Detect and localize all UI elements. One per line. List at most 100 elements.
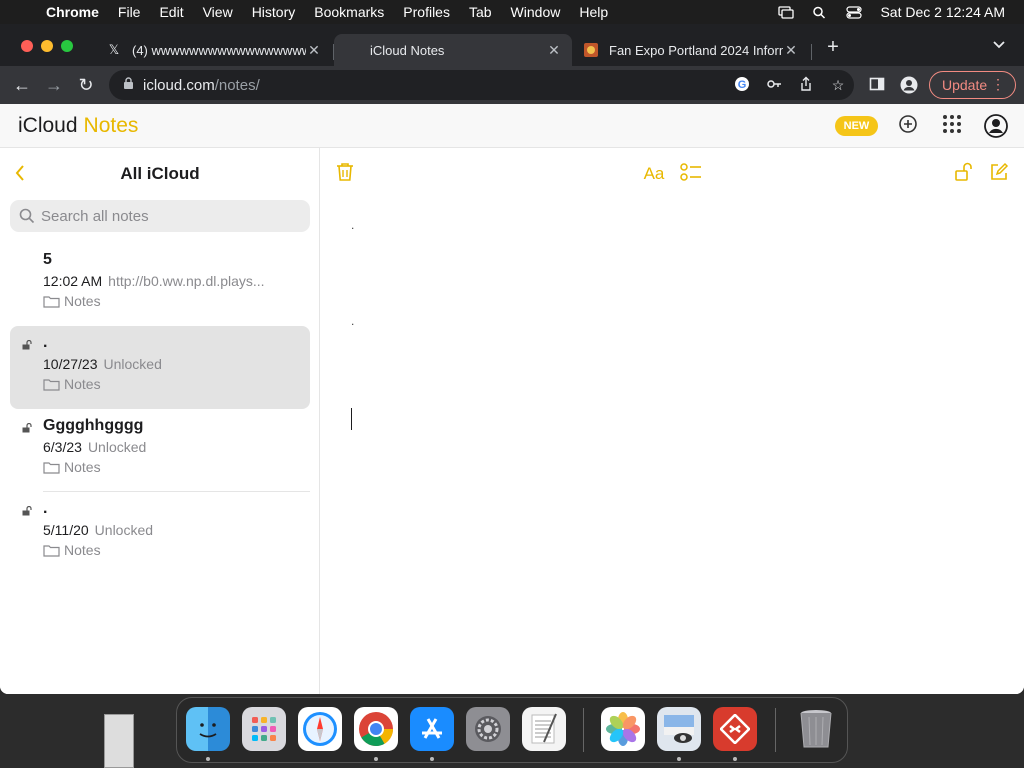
reload-button[interactable]: ↻ [73, 72, 99, 98]
note-title: . [43, 334, 48, 351]
menubar-clock[interactable]: Sat Dec 2 12:24 AM [880, 4, 1005, 20]
note-list-item[interactable]: . 5/11/20 Unlocked Notes [10, 492, 310, 575]
sidebar-title: All iCloud [120, 164, 200, 183]
url-host: icloud.com [143, 76, 215, 94]
menu-help[interactable]: Help [579, 4, 608, 20]
note-list-item[interactable]: 5 12:02 AM http://b0.ww.np.dl.plays... No… [10, 243, 310, 326]
note-meta: 10/27/23 Unlocked [43, 356, 162, 372]
close-tab-icon[interactable]: ✕ [546, 42, 562, 59]
account-icon[interactable] [983, 114, 1009, 140]
tab-separator [811, 44, 812, 60]
note-snippet: Unlocked [87, 439, 147, 455]
google-icon[interactable]: G [733, 76, 751, 94]
svg-text:G: G [738, 79, 747, 91]
running-indicator [206, 757, 210, 761]
note-meta: 6/3/23 Unlocked [43, 439, 146, 455]
menu-profiles[interactable]: Profiles [403, 4, 450, 20]
tab-twitter[interactable]: 𝕏 (4) wwwwwwwwwwwwwwwwwwwwwww ✕ [96, 34, 332, 66]
note-list-item[interactable]: . 10/27/23 Unlocked Notes [10, 326, 310, 409]
tab-search-chevron-icon[interactable] [992, 38, 1006, 53]
new-tab-button[interactable]: + [822, 36, 844, 59]
profile-avatar-icon[interactable] [900, 76, 918, 94]
app-store-icon[interactable] [410, 707, 454, 751]
note-folder: Notes [43, 542, 101, 558]
system-settings-icon[interactable] [466, 707, 510, 751]
back-button[interactable]: ← [9, 72, 35, 98]
screen-mirroring-icon[interactable] [778, 5, 795, 19]
compose-note-icon[interactable] [987, 162, 1011, 186]
menu-window[interactable]: Window [511, 4, 561, 20]
desktop-screenshot-thumbnail[interactable] [104, 714, 134, 768]
search-placeholder: Search all notes [41, 207, 149, 225]
note-date: 12:02 AM [43, 273, 103, 289]
menu-edit[interactable]: Edit [159, 4, 183, 20]
note-folder: Notes [43, 459, 101, 475]
chrome-icon[interactable] [354, 707, 398, 751]
window-close-button[interactable] [21, 40, 33, 52]
window-zoom-button[interactable] [61, 40, 73, 52]
folder-icon [43, 544, 60, 557]
spotlight-search-icon[interactable] [812, 6, 828, 19]
photos-icon[interactable] [601, 707, 645, 751]
note-title: 5 [43, 251, 52, 268]
format-text-button[interactable]: Aa [642, 162, 666, 186]
apple-icon [344, 42, 360, 58]
menu-history[interactable]: History [252, 4, 296, 20]
running-indicator [677, 757, 681, 761]
trash-icon[interactable] [333, 162, 357, 186]
unlocked-lock-icon [22, 506, 32, 516]
note-editor[interactable]: Aa . . [321, 148, 1024, 694]
tab-fan-expo[interactable]: Fan Expo Portland 2024 Inform ✕ [573, 34, 809, 66]
menu-tab[interactable]: Tab [469, 4, 492, 20]
update-button[interactable]: Update ⋮ [929, 71, 1016, 99]
password-key-icon[interactable] [765, 76, 783, 94]
note-title: Gggghhgggg [43, 417, 144, 434]
icloud-brand[interactable]: iCloud Notes [16, 114, 138, 138]
macos-dock [176, 697, 848, 763]
unlock-note-icon[interactable] [952, 162, 976, 186]
note-snippet: Unlocked [103, 356, 162, 372]
app-grid-icon[interactable] [939, 114, 965, 140]
folder-icon [43, 461, 60, 474]
menu-file[interactable]: File [118, 4, 141, 20]
control-center-icon[interactable] [846, 5, 863, 19]
forward-button[interactable]: → [41, 72, 67, 98]
note-meta: 12:02 AM http://b0.ww.np.dl.plays... [43, 273, 265, 289]
safari-icon[interactable] [298, 707, 342, 751]
search-notes-input[interactable]: Search all notes [10, 200, 310, 232]
note-folder-label: Notes [64, 293, 101, 309]
menu-bookmarks[interactable]: Bookmarks [314, 4, 384, 20]
running-indicator [374, 757, 378, 761]
close-tab-icon[interactable]: ✕ [783, 42, 799, 59]
checklist-icon[interactable] [679, 162, 703, 186]
preview-icon[interactable] [657, 707, 701, 751]
tab-icloud-notes[interactable]: iCloud Notes ✕ [334, 34, 572, 66]
finder-icon[interactable] [186, 707, 230, 751]
more-menu-icon[interactable]: ⋮ [991, 76, 1005, 93]
note-date: 10/27/23 [43, 356, 98, 372]
icloud-notes-page: iCloud Notes NEW All iCloud Search all n… [0, 104, 1024, 694]
textedit-icon[interactable] [522, 707, 566, 751]
side-panel-icon[interactable] [868, 76, 886, 94]
bookmark-star-icon[interactable]: ☆ [829, 76, 847, 94]
remote-desktop-icon[interactable] [713, 707, 757, 751]
menu-view[interactable]: View [203, 4, 233, 20]
trash-icon[interactable] [794, 707, 838, 751]
x-logo-icon: 𝕏 [108, 42, 120, 57]
note-folder-label: Notes [64, 376, 101, 392]
lock-icon[interactable] [123, 77, 135, 93]
close-tab-icon[interactable]: ✕ [306, 42, 322, 59]
add-circle-icon[interactable] [895, 114, 921, 140]
launchpad-icon[interactable] [242, 707, 286, 751]
note-list-item[interactable]: Gggghhgggg 6/3/23 Unlocked Notes [10, 409, 310, 492]
note-folder: Notes [43, 293, 101, 309]
window-minimize-button[interactable] [41, 40, 53, 52]
note-snippet: Unlocked [94, 522, 154, 538]
new-badge[interactable]: NEW [835, 116, 878, 136]
share-icon[interactable] [797, 76, 815, 94]
browser-toolbar: ← → ↻ icloud.com/notes/ G ☆ Update ⋮ [0, 66, 1024, 104]
menu-app-name[interactable]: Chrome [46, 4, 99, 20]
running-indicator [733, 757, 737, 761]
note-date: 6/3/23 [43, 439, 82, 455]
tab-title: (4) wwwwwwwwwwwwwwwwwwwwwww [132, 42, 306, 58]
